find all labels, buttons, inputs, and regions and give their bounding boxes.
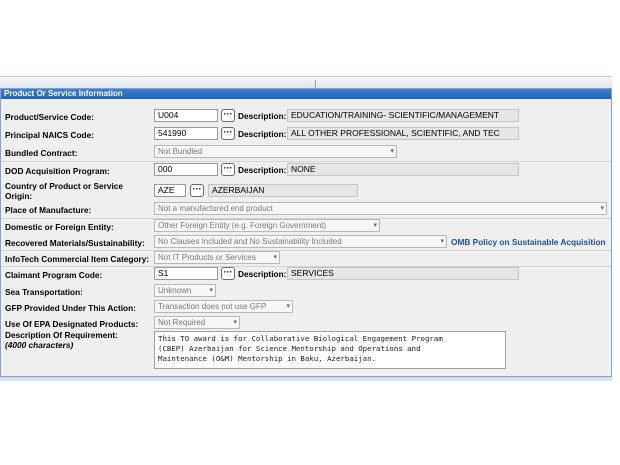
bottom-bar <box>0 377 612 381</box>
product-service-code-input[interactable]: U004 <box>154 109 218 122</box>
claimant-desc-label: Description: <box>238 269 287 279</box>
description-requirement-sublabel: (4000 characters) <box>5 340 74 350</box>
row-country-origin: Country of Product or Service Origin: AZE… <box>1 181 611 201</box>
product-service-code-label: Product/Service Code: <box>5 112 94 122</box>
gfp-select[interactable]: Transaction does not use GFP ▾ <box>154 300 293 313</box>
chevron-down-icon: ▾ <box>440 238 444 245</box>
row-recovered-materials: Recovered Materials/Sustainability: No C… <box>1 235 611 251</box>
ellipsis-icon: ··· <box>223 267 233 277</box>
row-claimant-program: Claimant Program Code: S1 ··· Descriptio… <box>1 267 611 283</box>
epa-products-value: Not Required <box>158 318 206 327</box>
naics-description: ALL OTHER PROFESSIONAL, SCIENTIFIC, AND … <box>287 127 519 140</box>
chevron-down-icon: ▾ <box>273 254 277 261</box>
claimant-program-label: Claimant Program Code: <box>5 270 103 280</box>
product-service-description: EDUCATION/TRAINING- SCIENTIFIC/MANAGEMEN… <box>287 109 519 122</box>
toolbar-divider <box>315 80 316 88</box>
naics-desc-label: Description: <box>238 129 287 139</box>
row-domestic-foreign: Domestic or Foreign Entity: Other Foreig… <box>1 219 611 235</box>
place-manufacture-select[interactable]: Not a manufactured end product ▾ <box>154 202 607 215</box>
row-infotech: InfoTech Commercial Item Category: Not I… <box>1 251 611 267</box>
country-origin-label: Country of Product or Service Origin: <box>5 181 123 201</box>
naics-code-label: Principal NAICS Code: <box>5 130 94 140</box>
place-manufacture-value: Not a manufactured end product <box>158 204 273 213</box>
recovered-materials-select[interactable]: No Clauses Included and No Sustainabilit… <box>154 235 447 248</box>
naics-code-input[interactable]: 541990 <box>154 127 218 140</box>
country-origin-label-line1: Country of Product or Service <box>5 181 124 191</box>
bundled-contract-select[interactable]: Not Bundled ▾ <box>154 145 397 158</box>
country-origin-label-line2: Origin: <box>5 191 33 201</box>
chevron-down-icon: ▾ <box>600 205 604 212</box>
panel-title: Product Or Service Information <box>1 89 611 99</box>
ellipsis-icon: ··· <box>223 109 233 119</box>
chevron-down-icon: ▾ <box>209 287 213 294</box>
row-gfp: GFP Provided Under This Action: Transact… <box>1 300 611 316</box>
claimant-program-input[interactable]: S1 <box>154 267 218 280</box>
claimant-description: SERVICES <box>287 267 519 280</box>
dod-description: NONE <box>287 163 519 176</box>
ellipsis-icon: ··· <box>223 163 233 173</box>
divider <box>1 161 611 162</box>
sea-transport-value: Unknown <box>158 286 192 295</box>
epa-products-select[interactable]: Not Required ▾ <box>154 316 240 329</box>
infotech-select[interactable]: Not IT Products or Services ▾ <box>154 251 280 264</box>
chevron-down-icon: ▾ <box>233 319 237 326</box>
bundled-contract-value: Not Bundled <box>158 147 203 156</box>
ellipsis-icon: ··· <box>192 184 202 194</box>
dod-program-input[interactable]: 000 <box>154 163 218 176</box>
domestic-foreign-select[interactable]: Other Foreign Entity (e.g. Foreign Gover… <box>154 219 380 232</box>
omb-policy-link[interactable]: OMB Policy on Sustainable Acquisition <box>451 237 606 247</box>
domestic-foreign-label: Domestic or Foreign Entity: <box>5 222 114 232</box>
product-service-panel: Product Or Service Information Product/S… <box>0 88 612 377</box>
country-lookup-button[interactable]: ··· <box>190 184 204 197</box>
row-place-manufacture: Place of Manufacture: Not a manufactured… <box>1 202 611 218</box>
dod-program-label: DOD Acquisition Program: <box>5 166 110 176</box>
epa-products-label: Use Of EPA Designated Products: <box>5 319 139 329</box>
bundled-contract-label: Bundled Contract: <box>5 148 78 158</box>
row-sea-transport: Sea Transportation: Unknown ▾ <box>1 284 611 300</box>
sea-transport-label: Sea Transportation: <box>5 287 83 297</box>
chevron-down-icon: ▾ <box>286 303 290 310</box>
row-bundled-contract: Bundled Contract: Not Bundled ▾ <box>1 145 611 161</box>
domestic-foreign-value: Other Foreign Entity (e.g. Foreign Gover… <box>158 221 327 230</box>
sea-transport-select[interactable]: Unknown ▾ <box>154 284 216 297</box>
description-requirement-label-text: Description Of Requirement: <box>5 330 118 340</box>
recovered-materials-label: Recovered Materials/Sustainability: <box>5 238 145 248</box>
product-service-desc-label: Description: <box>238 111 287 121</box>
dod-lookup-button[interactable]: ··· <box>221 163 235 176</box>
row-naics-code: Principal NAICS Code: 541990 ··· Descrip… <box>1 127 611 143</box>
place-manufacture-label: Place of Manufacture: <box>5 205 92 215</box>
description-requirement-label: Description Of Requirement: (4000 charact… <box>5 330 118 350</box>
country-origin-input[interactable]: AZE <box>154 184 186 197</box>
ellipsis-icon: ··· <box>223 127 233 137</box>
gfp-value: Transaction does not use GFP <box>158 302 267 311</box>
product-service-lookup-button[interactable]: ··· <box>221 109 235 122</box>
country-description: AZERBAIJAN <box>208 184 358 197</box>
recovered-materials-value: No Clauses Included and No Sustainabilit… <box>158 237 342 246</box>
row-dod-program: DOD Acquisition Program: 000 ··· Descrip… <box>1 163 611 179</box>
infotech-label: InfoTech Commercial Item Category: <box>5 254 150 264</box>
gfp-label: GFP Provided Under This Action: <box>5 303 136 313</box>
claimant-lookup-button[interactable]: ··· <box>221 267 235 280</box>
chevron-down-icon: ▾ <box>373 222 377 229</box>
description-requirement-textarea[interactable]: This TO award is for Collaborative Biolo… <box>154 331 506 369</box>
naics-lookup-button[interactable]: ··· <box>221 127 235 140</box>
row-product-service-code: Product/Service Code: U004 ··· Descripti… <box>1 109 611 125</box>
chevron-down-icon: ▾ <box>390 148 394 155</box>
infotech-value: Not IT Products or Services <box>158 253 256 262</box>
dod-desc-label: Description: <box>238 165 287 175</box>
